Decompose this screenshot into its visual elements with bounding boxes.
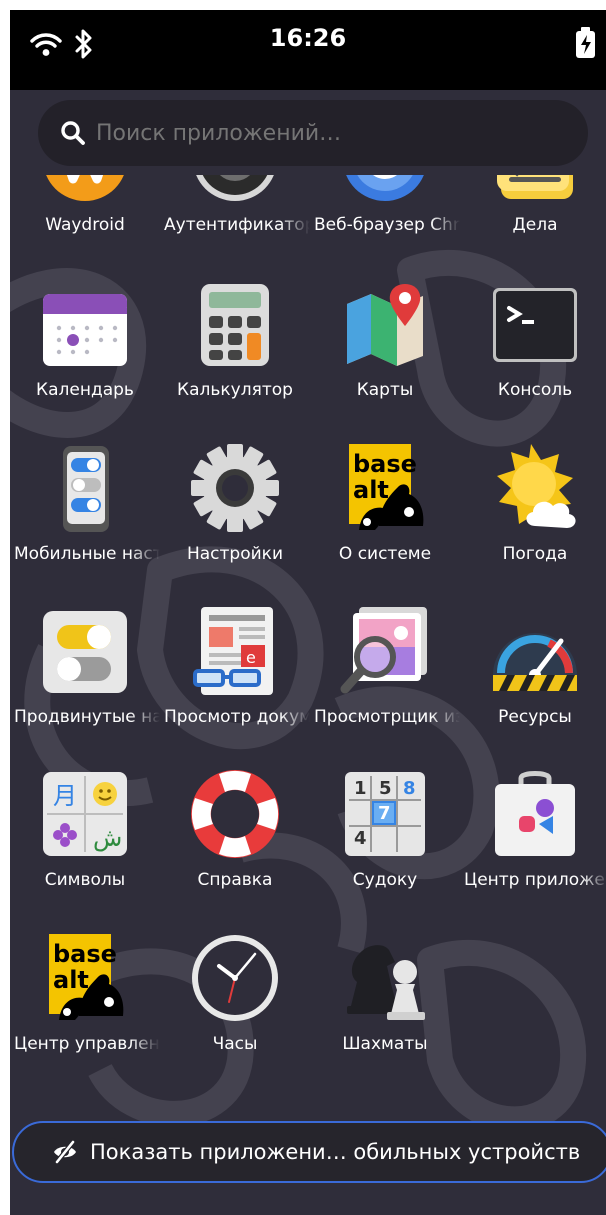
calendar-icon [43, 294, 127, 366]
app-label: Судоку [352, 870, 418, 890]
app-software-center[interactable]: Центр приложений [460, 768, 606, 918]
app-label: Справка [197, 870, 273, 890]
svg-text:月: 月 [53, 782, 77, 810]
app-console[interactable]: Консоль [460, 278, 606, 428]
app-authenticator[interactable]: Аутентификатор [160, 175, 310, 263]
app-document-viewer[interactable]: e Просмотр документов [160, 605, 310, 755]
app-calendar[interactable]: Календарь [10, 278, 160, 428]
app-tweaks[interactable]: Продвинутые настройки [10, 605, 160, 755]
app-label: Продвинутые настройки [14, 707, 160, 727]
app-waydroid[interactable]: Waydroid [10, 175, 160, 263]
tweaks-toggle-icon [43, 611, 127, 693]
app-label: Дела [512, 215, 558, 235]
software-center-icon [495, 771, 575, 856]
app-image-viewer[interactable]: Просмотрщик изображений [310, 605, 460, 755]
eye-slash-icon [54, 1140, 76, 1164]
app-calculator[interactable]: Калькулятор [160, 278, 310, 428]
characters-icon: 月 ش [43, 772, 127, 856]
console-icon [493, 288, 577, 362]
app-help[interactable]: Справка [160, 768, 310, 918]
image-viewer-icon [340, 607, 427, 694]
app-label: О системе [338, 544, 432, 564]
svg-text:alt: alt [353, 476, 389, 504]
app-sudoku[interactable]: 1 5 8 7 4 Судоку [310, 768, 460, 918]
search-bar[interactable] [38, 100, 588, 166]
app-label: Ресурсы [498, 707, 572, 727]
document-viewer-icon: e [193, 607, 273, 695]
svg-text:base: base [53, 940, 117, 968]
app-label: Waydroid [45, 215, 125, 235]
app-mobile-settings[interactable]: Мобильные настройки [10, 442, 160, 592]
search-input[interactable] [96, 120, 536, 146]
maps-icon [347, 284, 423, 366]
clock-time: 16:26 [269, 24, 347, 52]
help-lifebuoy-icon [191, 770, 279, 858]
svg-text:8: 8 [403, 778, 416, 799]
app-clock[interactable]: Часы [160, 932, 310, 1082]
svg-text:ش: ش [93, 824, 122, 852]
app-label: Калькулятор [177, 380, 293, 400]
clock-icon [192, 935, 278, 1021]
app-todo[interactable]: Дела [460, 175, 606, 263]
basealt-logo-icon: base alt [349, 444, 424, 530]
waydroid-icon [46, 175, 124, 201]
app-label: Настройки [186, 544, 283, 564]
resources-gauge-icon [493, 633, 577, 691]
app-characters[interactable]: 月 ش Символы [10, 768, 160, 918]
app-chess[interactable]: Шахматы [310, 932, 460, 1082]
authenticator-icon [196, 175, 274, 201]
app-about-system[interactable]: base alt О системе [310, 442, 460, 592]
svg-text:5: 5 [379, 778, 392, 799]
svg-text:4: 4 [354, 828, 367, 849]
app-weather[interactable]: Погода [460, 442, 606, 592]
show-mobile-apps-toggle-button[interactable]: Показать приложени… обильных устройств [12, 1121, 606, 1183]
calculator-icon [201, 284, 269, 366]
svg-text:alt: alt [53, 966, 89, 994]
app-label: Погода [502, 544, 568, 564]
status-bar: 16:26 [10, 10, 606, 90]
app-label: Мобильные настройки [14, 544, 160, 564]
app-label: Центр управления [14, 1034, 160, 1054]
app-label: Консоль [497, 380, 573, 400]
app-label: Аутентификатор [164, 215, 310, 235]
app-label: Просмотр документов [164, 707, 310, 727]
chess-icon [347, 945, 425, 1020]
basealt-logo-icon: base alt [49, 934, 124, 1020]
app-resources[interactable]: Ресурсы [460, 605, 606, 755]
app-label: Просмотрщик изображений [314, 707, 460, 727]
svg-text:7: 7 [378, 803, 391, 824]
app-label: Шахматы [342, 1034, 428, 1054]
settings-gear-icon [191, 444, 279, 532]
svg-text:e: e [246, 648, 256, 667]
search-icon [61, 121, 85, 145]
app-drawer-screen: 16:26 Waydroid [10, 10, 606, 1215]
app-label: Карты [356, 380, 414, 400]
app-control-center[interactable]: base alt Центр управления [10, 932, 160, 1082]
app-maps[interactable]: Карты [310, 278, 460, 428]
mobile-settings-icon [63, 446, 109, 532]
svg-text:base: base [353, 450, 417, 478]
battery-charging-icon [576, 27, 595, 58]
app-web-browser[interactable]: Веб-браузер Chromium [310, 175, 460, 263]
weather-icon [497, 444, 576, 528]
app-grid: Waydroid Аутентификатор Веб-браузер Chro… [10, 175, 606, 1120]
app-label: Символы [44, 870, 126, 890]
app-label: Часы [212, 1034, 258, 1054]
app-settings[interactable]: Настройки [160, 442, 310, 592]
bottom-button-label: Показать приложени… обильных устройств [90, 1140, 581, 1164]
app-label: Веб-браузер Chromium [314, 215, 460, 235]
web-browser-icon [346, 175, 424, 201]
sudoku-icon: 1 5 8 7 4 [345, 772, 425, 856]
app-label: Центр приложений [464, 870, 606, 890]
todo-icon [497, 175, 573, 199]
svg-text:1: 1 [354, 778, 367, 799]
app-label: Календарь [36, 380, 134, 400]
